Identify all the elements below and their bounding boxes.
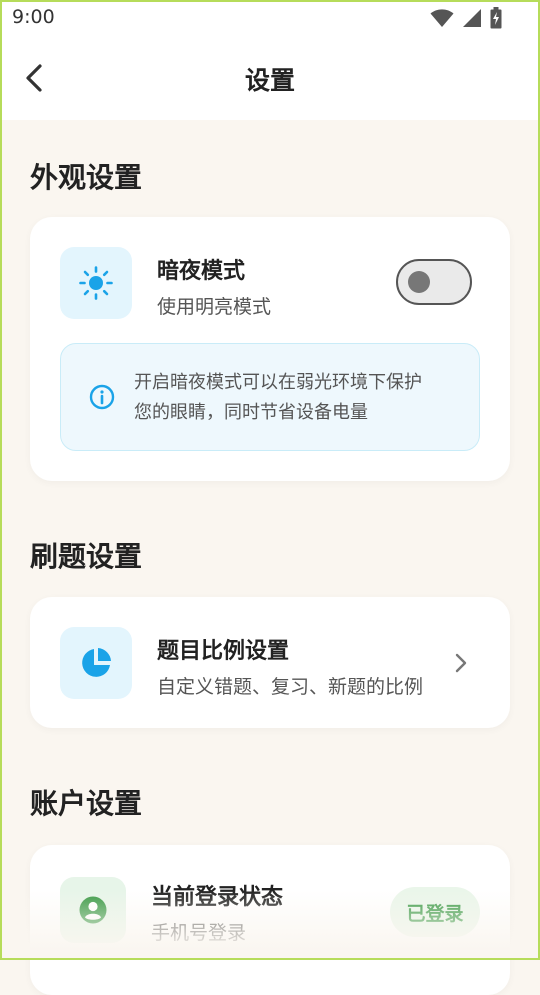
question-ratio-card[interactable]: 题目比例设置 自定义错题、复习、新题的比例 xyxy=(30,597,510,728)
info-text-line-2: 您的眼睛，同时节省设备电量 xyxy=(134,402,368,423)
info-text-line-1: 开启暗夜模式可以在弱光环境下保护 xyxy=(134,372,422,393)
dark-mode-icon-tile xyxy=(60,247,132,319)
question-ratio-icon-tile xyxy=(60,627,132,699)
battery-charging-icon xyxy=(490,7,502,29)
page-title: 设置 xyxy=(244,66,295,95)
chevron-right-icon xyxy=(455,653,467,673)
dark-mode-toggle[interactable] xyxy=(396,259,472,305)
section-title-practice: 刷题设置 xyxy=(30,540,143,573)
login-status-card: 当前登录状态 手机号登录 已登录 xyxy=(30,845,510,995)
status-bar: 9:00 xyxy=(0,0,540,38)
app-bar: 设置 xyxy=(0,38,540,120)
dark-mode-info-box: 开启暗夜模式可以在弱光环境下保护 您的眼睛，同时节省设备电量 xyxy=(60,343,480,451)
dark-mode-info-text: 开启暗夜模式可以在弱光环境下保护 您的眼睛，同时节省设备电量 xyxy=(134,368,464,428)
logged-in-badge: 已登录 xyxy=(390,887,480,937)
dark-mode-subtitle: 使用明亮模式 xyxy=(157,296,272,318)
question-ratio-subtitle: 自定义错题、复习、新题的比例 xyxy=(157,676,424,698)
dark-mode-card: 暗夜模式 使用明亮模式 开启暗夜模式可以在弱光环境下保护 您的眼睛，同时节省设备… xyxy=(30,217,510,481)
user-circle-icon xyxy=(79,896,107,924)
login-status-subtitle: 手机号登录 xyxy=(151,922,247,944)
section-title-account: 账户设置 xyxy=(30,787,143,820)
pie-chart-icon xyxy=(82,648,111,677)
status-time: 9:00 xyxy=(12,6,55,28)
login-status-icon-tile xyxy=(60,877,126,943)
question-ratio-title: 题目比例设置 xyxy=(157,639,290,664)
status-icons xyxy=(430,7,502,29)
dark-mode-title: 暗夜模式 xyxy=(157,259,246,284)
toggle-knob xyxy=(408,271,430,293)
info-icon xyxy=(89,384,115,410)
signal-icon xyxy=(463,9,481,27)
section-title-appearance: 外观设置 xyxy=(30,161,143,194)
login-status-title: 当前登录状态 xyxy=(151,885,284,910)
sun-icon xyxy=(79,266,113,300)
wifi-icon xyxy=(430,9,454,27)
